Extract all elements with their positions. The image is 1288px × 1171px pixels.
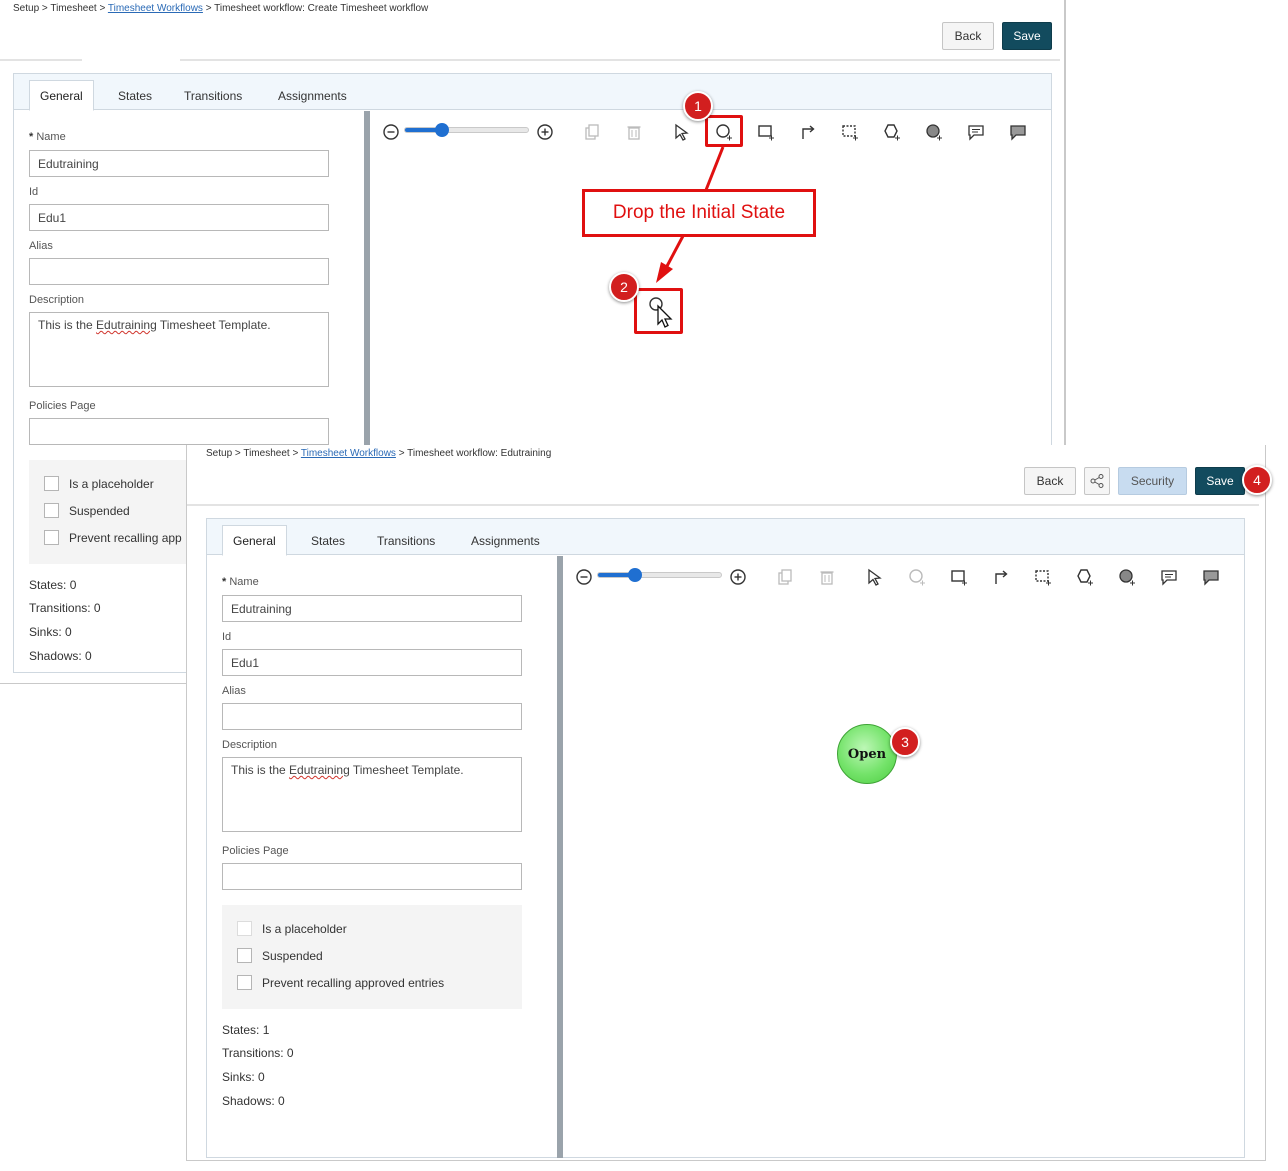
step-marker-4: 4 (1242, 465, 1272, 495)
drag-state-cursor-icon (649, 297, 673, 328)
step-marker-1: 1 (683, 91, 713, 121)
highlight-drop-target (634, 288, 683, 334)
step-marker-3: 3 (890, 727, 920, 757)
arrow-line-1 (704, 146, 725, 191)
arrow-line-2 (664, 235, 685, 269)
arrow-head (656, 262, 673, 283)
instruction-callout: Drop the Initial State (582, 189, 816, 237)
annotation-arrows (656, 146, 725, 283)
highlight-add-state-tool (705, 115, 743, 147)
step-marker-2: 2 (609, 272, 639, 302)
